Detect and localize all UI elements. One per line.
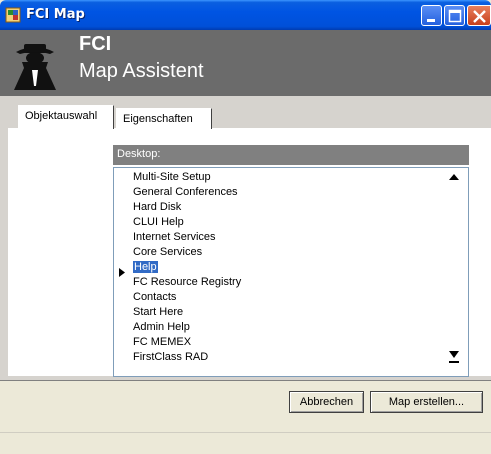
maximize-icon xyxy=(448,9,462,23)
maximize-button[interactable] xyxy=(444,5,465,26)
list-item[interactable]: FirstClass RAD xyxy=(132,350,241,365)
list-item[interactable]: Contacts xyxy=(132,290,241,305)
fci-map-window: FCI Map FCI Map Assistent Objektauswahl xyxy=(0,0,491,454)
list-item[interactable]: Hard Disk xyxy=(132,200,241,215)
app-icon xyxy=(5,7,21,23)
list-item[interactable]: Start Here xyxy=(132,305,241,320)
desktop-item-list[interactable]: Multi-Site Setup General Conferences Har… xyxy=(113,167,469,377)
list-item-selected[interactable]: Help xyxy=(132,260,241,275)
list-item[interactable]: Admin Help xyxy=(132,320,241,335)
minimize-icon xyxy=(427,19,435,22)
list-item[interactable]: Internet Services xyxy=(132,230,241,245)
scroll-down-icon[interactable] xyxy=(448,350,460,364)
list-item[interactable]: FC Resource Registry xyxy=(132,275,241,290)
banner-subtitle: Map Assistent xyxy=(79,60,204,82)
tab-eigenschaften[interactable]: Eigenschaften xyxy=(116,108,212,129)
header-banner: FCI Map Assistent xyxy=(0,30,491,96)
divider xyxy=(0,380,491,381)
list-items: Multi-Site Setup General Conferences Har… xyxy=(132,170,241,365)
minimize-button[interactable] xyxy=(421,5,442,26)
list-item[interactable]: Multi-Site Setup xyxy=(132,170,241,185)
close-icon xyxy=(473,10,486,23)
title-bar[interactable]: FCI Map xyxy=(0,0,491,30)
banner-title: FCI xyxy=(79,33,112,55)
list-item[interactable]: Core Services xyxy=(132,245,241,260)
spy-figure-logo xyxy=(10,38,60,90)
list-item[interactable]: FC MEMEX xyxy=(132,335,241,350)
list-item[interactable]: General Conferences xyxy=(132,185,241,200)
tab-objektauswahl[interactable]: Objektauswahl xyxy=(18,105,114,129)
cancel-button[interactable]: Abbrechen xyxy=(289,391,364,413)
window-title: FCI Map xyxy=(26,7,85,22)
list-item[interactable]: CLUI Help xyxy=(132,215,241,230)
pointer-arrow-icon xyxy=(119,268,125,277)
status-bar xyxy=(0,432,491,454)
close-button[interactable] xyxy=(467,5,491,26)
create-map-button[interactable]: Map erstellen... xyxy=(370,391,483,413)
desktop-header-label: Desktop: xyxy=(113,145,469,165)
scroll-up-icon[interactable] xyxy=(448,172,460,180)
